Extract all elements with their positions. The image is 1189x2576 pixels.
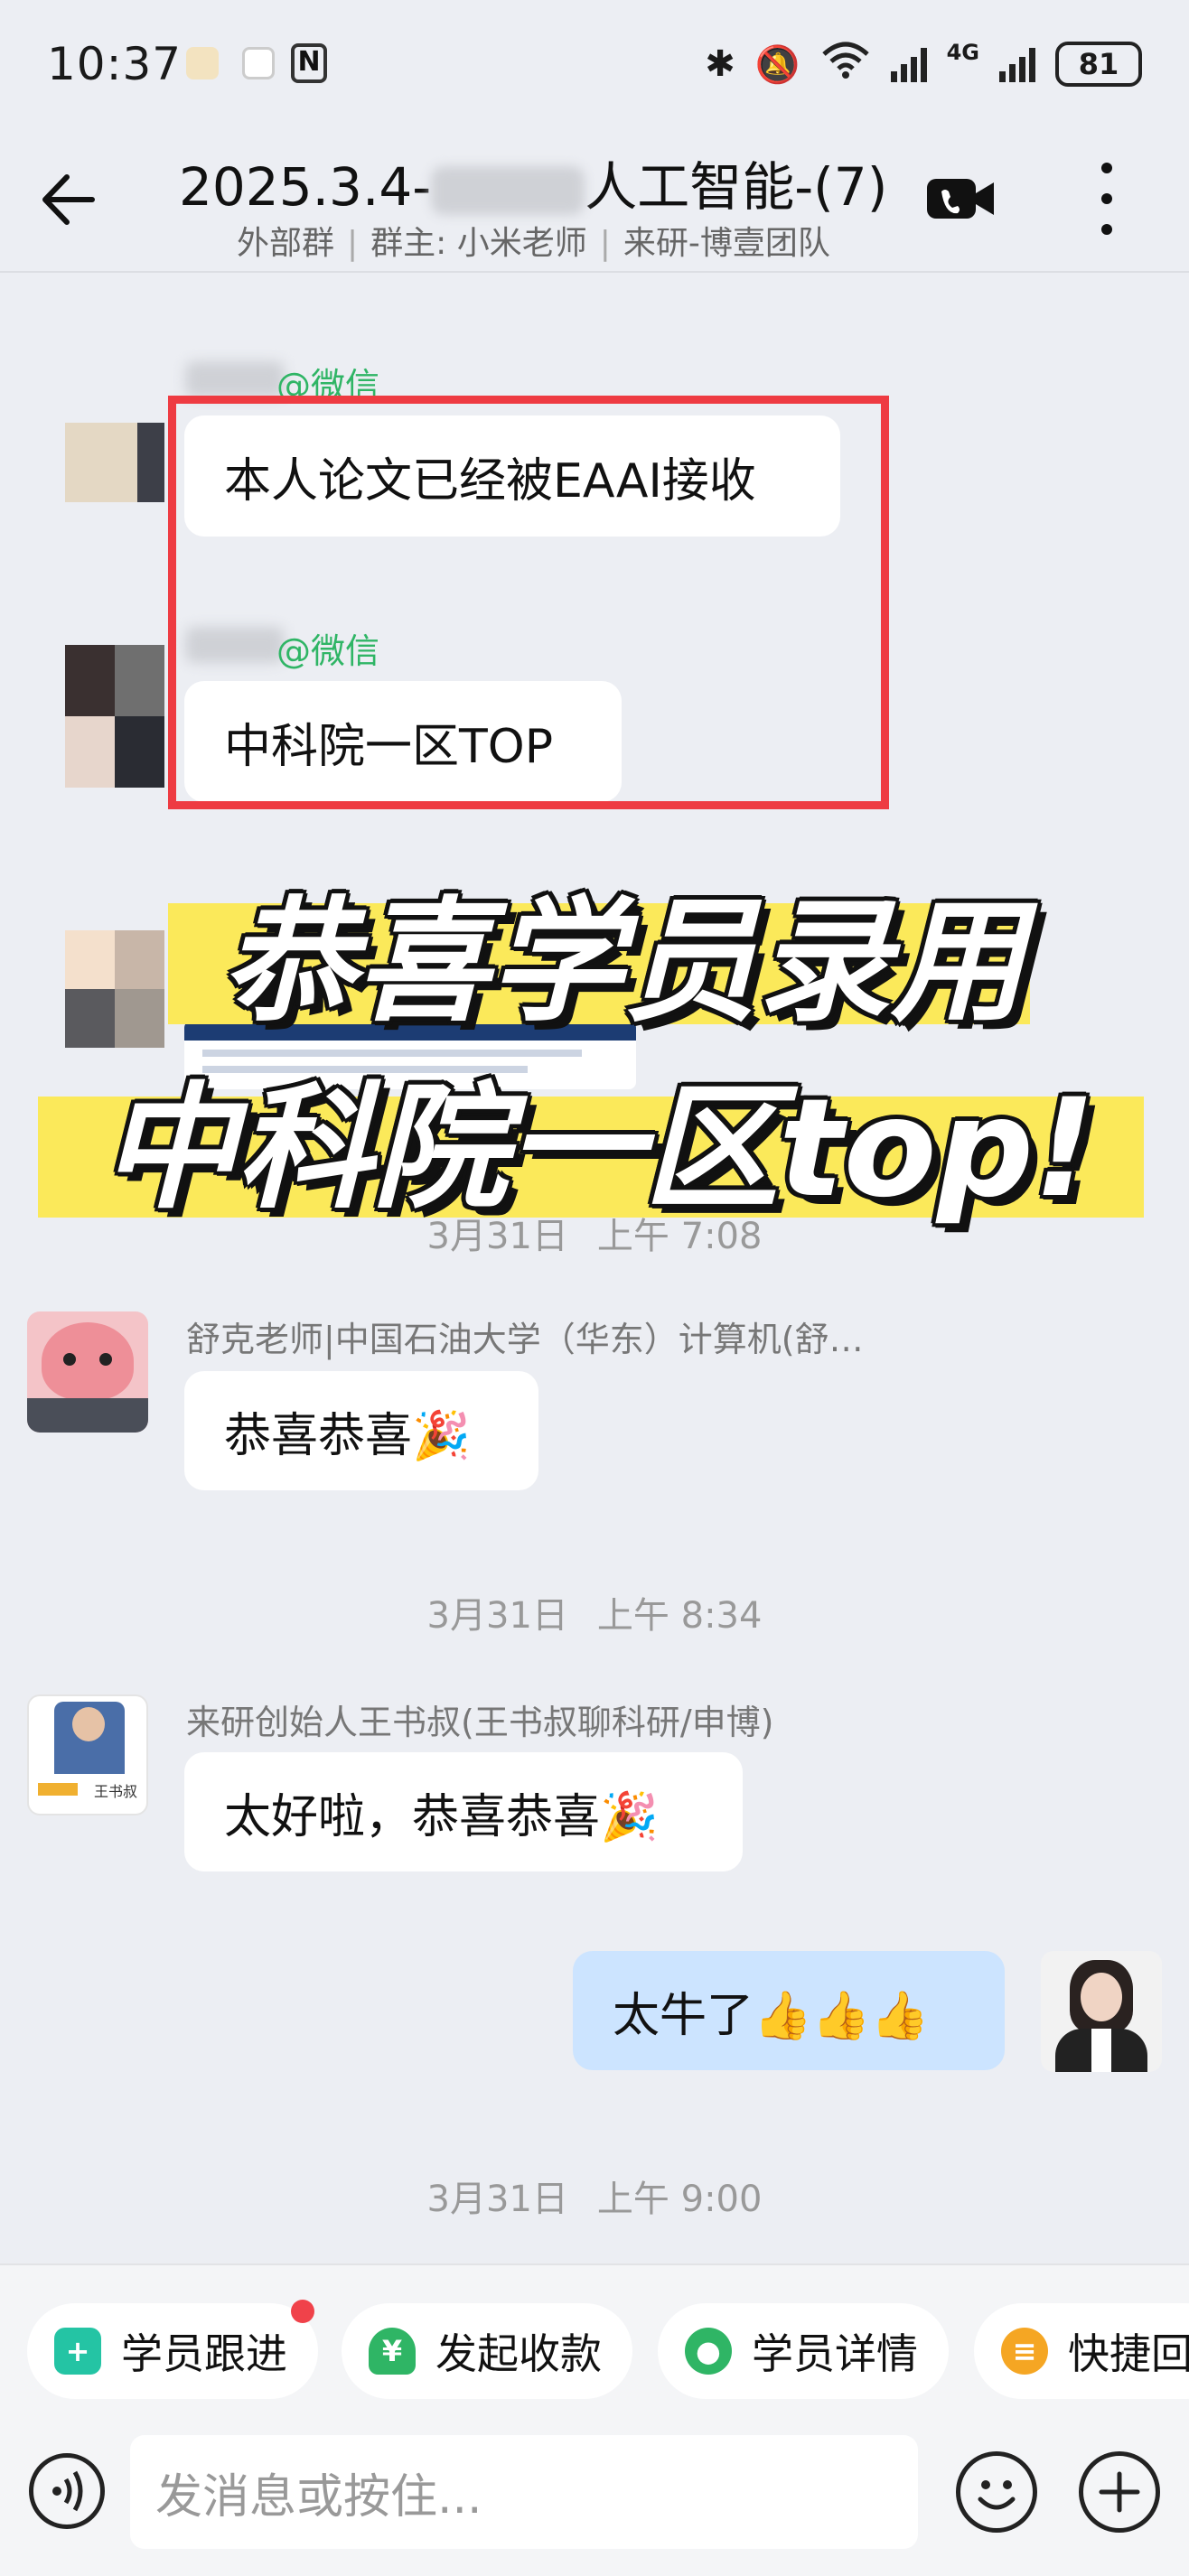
status-bar: 10:37 N ✱ 🔕 4G 81 bbox=[0, 0, 1189, 135]
title-prefix: 2025.3.4- bbox=[179, 156, 432, 218]
nfc-icon: N bbox=[291, 43, 327, 83]
my-message-bubble[interactable]: 太牛了👍👍👍 bbox=[573, 1951, 1005, 2070]
avatar[interactable]: 王书叔 bbox=[27, 1694, 148, 1815]
timestamp-time: 上午 9:00 bbox=[596, 2179, 763, 2220]
chip-label: 发起收款 bbox=[435, 2329, 602, 2378]
signal-icon-2 bbox=[999, 46, 1035, 82]
payment-icon: ¥ bbox=[369, 2328, 416, 2375]
quick-action-student-follow[interactable]: + 学员跟进 bbox=[27, 2303, 318, 2399]
external-group-tag: 外部群 bbox=[237, 225, 335, 262]
input-bar: 发消息或按住... bbox=[0, 2426, 1189, 2576]
quick-actions-bar: + 学员跟进 ¥ 发起收款 ● 学员详情 ≡ 快捷回复 bbox=[0, 2263, 1189, 2426]
chat-title: 2025.3.4- 人工智能-(7) bbox=[179, 145, 887, 220]
student-follow-icon: + bbox=[54, 2328, 101, 2375]
back-arrow-icon[interactable] bbox=[36, 168, 99, 231]
status-time: 10:37 bbox=[47, 38, 183, 90]
member-count: -(7) bbox=[794, 156, 888, 218]
sender-name: 舒克老师|中国石油大学（华东）计算机(舒… bbox=[186, 1320, 864, 1359]
bluetooth-icon: ✱ bbox=[705, 43, 735, 85]
chip-label: 学员详情 bbox=[752, 2329, 918, 2378]
timestamp-date: 3月31日 bbox=[426, 1216, 568, 1257]
timestamp: 3月31日 上午 7:08 bbox=[0, 1207, 1189, 1259]
battery-icon: 81 bbox=[1055, 42, 1142, 87]
blurred-name bbox=[431, 165, 585, 215]
more-options-icon[interactable] bbox=[1093, 163, 1120, 235]
avatar[interactable] bbox=[27, 1311, 148, 1433]
blurred-sender-name bbox=[185, 361, 285, 397]
quick-action-student-detail[interactable]: ● 学员详情 bbox=[658, 2303, 949, 2399]
sender-name: 来研创始人王书叔(王书叔聊科研/申博) bbox=[186, 1703, 774, 1742]
network-type: 4G bbox=[946, 40, 979, 65]
message-text: 太牛了👍👍👍 bbox=[613, 1988, 930, 2043]
message-bubble[interactable]: 太好啦，恭喜恭喜🎉 bbox=[184, 1752, 743, 1871]
wifi-icon bbox=[820, 40, 871, 89]
group-team: 来研-博壹团队 bbox=[623, 225, 830, 262]
emoji-icon[interactable] bbox=[956, 2451, 1037, 2533]
avatar-caption: 王书叔 bbox=[94, 1783, 138, 1800]
timestamp-time: 上午 7:08 bbox=[596, 1216, 763, 1257]
chip-label: 快捷回复 bbox=[1068, 2329, 1189, 2378]
chip-label: 学员跟进 bbox=[121, 2329, 287, 2378]
timestamp-time: 上午 8:34 bbox=[596, 1595, 763, 1637]
message-input[interactable]: 发消息或按住... bbox=[130, 2435, 918, 2549]
student-detail-icon: ● bbox=[685, 2328, 732, 2375]
timestamp-date: 3月31日 bbox=[426, 2179, 568, 2220]
quick-action-payment[interactable]: ¥ 发起收款 bbox=[342, 2303, 632, 2399]
timestamp: 3月31日 上午 8:34 bbox=[0, 1586, 1189, 1638]
signal-icon bbox=[890, 46, 927, 82]
quick-action-quick-reply[interactable]: ≡ 快捷回复 bbox=[974, 2303, 1189, 2399]
voice-input-icon[interactable] bbox=[29, 2453, 105, 2529]
message-text: 太好啦，恭喜恭喜🎉 bbox=[224, 1789, 659, 1844]
banner-line-2: 中科院一区top! bbox=[101, 1070, 1096, 1227]
my-avatar[interactable] bbox=[1041, 1951, 1162, 2072]
notification-icon bbox=[186, 47, 219, 79]
notification-dot bbox=[291, 2300, 314, 2323]
notification-icon bbox=[242, 47, 275, 79]
chat-subtitle: 外部群 | 群主: 小米老师 | 来研-博壹团队 bbox=[237, 225, 830, 262]
video-call-icon[interactable] bbox=[925, 172, 997, 226]
status-icons: ✱ 🔕 4G 81 bbox=[705, 40, 1142, 89]
timestamp: 3月31日 上午 9:00 bbox=[0, 2170, 1189, 2222]
message-bubble[interactable]: 恭喜恭喜🎉 bbox=[184, 1371, 538, 1490]
message-text: 恭喜恭喜🎉 bbox=[224, 1408, 471, 1463]
highlight-box bbox=[168, 396, 889, 809]
chat-header: 2025.3.4- 人工智能-(7) 外部群 | 群主: 小米老师 | 来研-博壹团队 bbox=[0, 135, 1189, 273]
group-owner: 群主: 小米老师 bbox=[370, 225, 587, 262]
plus-icon[interactable] bbox=[1079, 2451, 1160, 2533]
avatar[interactable] bbox=[65, 423, 164, 502]
quick-reply-icon: ≡ bbox=[1001, 2328, 1048, 2375]
banner-line-1: 恭喜学员录用 bbox=[222, 884, 1025, 1040]
avatar[interactable] bbox=[65, 930, 164, 1048]
mute-icon: 🔕 bbox=[754, 43, 800, 86]
timestamp-date: 3月31日 bbox=[426, 1595, 568, 1637]
avatar[interactable] bbox=[65, 645, 164, 788]
title-suffix: 人工智能 bbox=[585, 156, 795, 218]
